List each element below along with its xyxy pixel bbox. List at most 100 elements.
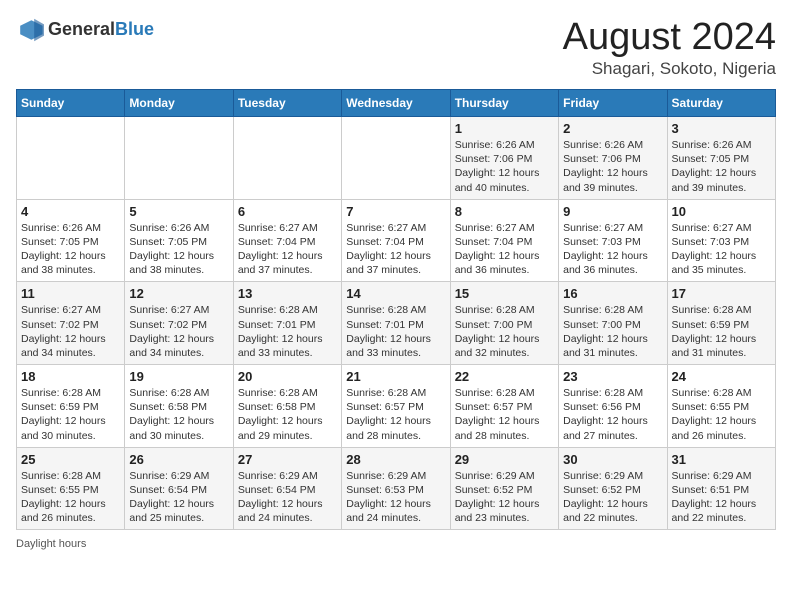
- page-header: GeneralBlue August 2024 Shagari, Sokoto,…: [16, 16, 776, 79]
- calendar-cell: 17Sunrise: 6:28 AMSunset: 6:59 PMDayligh…: [667, 282, 775, 365]
- day-number: 18: [21, 369, 120, 384]
- logo-blue: Blue: [115, 20, 154, 40]
- day-number: 26: [129, 452, 228, 467]
- day-info: Sunrise: 6:28 AMSunset: 6:56 PMDaylight:…: [563, 386, 662, 443]
- calendar-cell: 30 Sunrise: 6:29 AMSunset: 6:52 PMDayligh…: [559, 447, 667, 530]
- day-info: Sunrise: 6:28 AMSunset: 6:55 PMDaylight:…: [672, 386, 771, 443]
- daylight-label: Daylight hours: [16, 538, 86, 550]
- day-number: 9: [563, 204, 662, 219]
- logo-general: General: [48, 20, 115, 40]
- day-info: Sunrise: 6:27 AMSunset: 7:04 PMDaylight:…: [455, 221, 554, 278]
- day-info: Sunrise: 6:28 AMSunset: 6:57 PMDaylight:…: [455, 386, 554, 443]
- day-number: 24: [672, 369, 771, 384]
- calendar-cell: 3 Sunrise: 6:26 AMSunset: 7:05 PMDaylight…: [667, 117, 775, 200]
- calendar-cell: 2 Sunrise: 6:26 AMSunset: 7:06 PMDaylight…: [559, 117, 667, 200]
- day-number: 12: [129, 286, 228, 301]
- day-info: Sunrise: 6:27 AMSunset: 7:04 PMDaylight:…: [346, 221, 445, 278]
- calendar-cell: 22 Sunrise: 6:28 AMSunset: 6:57 PMDayligh…: [450, 365, 558, 448]
- day-info: Sunrise: 6:28 AMSunset: 7:01 PMDaylight:…: [238, 303, 337, 360]
- day-number: 27: [238, 452, 337, 467]
- day-info: Sunrise: 6:28 AMSunset: 7:01 PMDaylight:…: [346, 303, 445, 360]
- weekday-header: Monday: [125, 90, 233, 117]
- day-info: Sunrise: 6:28 AMSunset: 7:00 PMDaylight:…: [563, 303, 662, 360]
- day-info: Sunrise: 6:27 AMSunset: 7:03 PMDaylight:…: [563, 221, 662, 278]
- day-info: Sunrise: 6:29 AMSunset: 6:54 PMDaylight:…: [129, 469, 228, 526]
- day-number: 21: [346, 369, 445, 384]
- day-info: Sunrise: 6:29 AMSunset: 6:52 PMDaylight:…: [455, 469, 554, 526]
- day-info: Sunrise: 6:27 AMSunset: 7:04 PMDaylight:…: [238, 221, 337, 278]
- day-info: Sunrise: 6:28 AMSunset: 6:58 PMDaylight:…: [238, 386, 337, 443]
- logo-text: GeneralBlue: [48, 20, 154, 40]
- calendar-cell: 1Sunrise: 6:26 AMSunset: 7:06 PMDaylight…: [450, 117, 558, 200]
- weekday-header: Sunday: [17, 90, 125, 117]
- day-number: 5: [129, 204, 228, 219]
- calendar-cell: 21 Sunrise: 6:28 AMSunset: 6:57 PMDayligh…: [342, 365, 450, 448]
- day-info: Sunrise: 6:29 AMSunset: 6:52 PMDaylight:…: [563, 469, 662, 526]
- day-number: 13: [238, 286, 337, 301]
- day-info: Sunrise: 6:28 AMSunset: 6:58 PMDaylight:…: [129, 386, 228, 443]
- day-number: 4: [21, 204, 120, 219]
- day-info: Sunrise: 6:26 AMSunset: 7:06 PMDaylight:…: [563, 138, 662, 195]
- calendar-cell: 6 Sunrise: 6:27 AMSunset: 7:04 PMDaylight…: [233, 199, 341, 282]
- day-number: 29: [455, 452, 554, 467]
- day-number: 17: [672, 286, 771, 301]
- day-number: 22: [455, 369, 554, 384]
- day-number: 15: [455, 286, 554, 301]
- weekday-header: Tuesday: [233, 90, 341, 117]
- calendar-cell: 23 Sunrise: 6:28 AMSunset: 6:56 PMDayligh…: [559, 365, 667, 448]
- day-number: 3: [672, 121, 771, 136]
- calendar-cell: 25 Sunrise: 6:28 AMSunset: 6:55 PMDayligh…: [17, 447, 125, 530]
- day-info: Sunrise: 6:28 AMSunset: 6:55 PMDaylight:…: [21, 469, 120, 526]
- calendar-cell: [17, 117, 125, 200]
- logo: GeneralBlue: [16, 16, 154, 44]
- calendar-cell: 4 Sunrise: 6:26 AMSunset: 7:05 PMDaylight…: [17, 199, 125, 282]
- day-number: 16: [563, 286, 662, 301]
- day-number: 10: [672, 204, 771, 219]
- day-number: 23: [563, 369, 662, 384]
- day-info: Sunrise: 6:29 AMSunset: 6:54 PMDaylight:…: [238, 469, 337, 526]
- day-info: Sunrise: 6:27 AMSunset: 7:02 PMDaylight:…: [129, 303, 228, 360]
- calendar-cell: 29 Sunrise: 6:29 AMSunset: 6:52 PMDayligh…: [450, 447, 558, 530]
- day-number: 28: [346, 452, 445, 467]
- weekday-header: Wednesday: [342, 90, 450, 117]
- calendar-cell: 26 Sunrise: 6:29 AMSunset: 6:54 PMDayligh…: [125, 447, 233, 530]
- title-block: August 2024 Shagari, Sokoto, Nigeria: [563, 16, 776, 79]
- calendar-cell: [342, 117, 450, 200]
- weekday-header: Thursday: [450, 90, 558, 117]
- calendar-cell: 20Sunrise: 6:28 AMSunset: 6:58 PMDayligh…: [233, 365, 341, 448]
- day-info: Sunrise: 6:26 AMSunset: 7:05 PMDaylight:…: [129, 221, 228, 278]
- day-number: 2: [563, 121, 662, 136]
- day-number: 30: [563, 452, 662, 467]
- day-number: 14: [346, 286, 445, 301]
- calendar-cell: [233, 117, 341, 200]
- day-info: Sunrise: 6:29 AMSunset: 6:53 PMDaylight:…: [346, 469, 445, 526]
- day-number: 25: [21, 452, 120, 467]
- calendar-cell: 8 Sunrise: 6:27 AMSunset: 7:04 PMDaylight…: [450, 199, 558, 282]
- day-info: Sunrise: 6:26 AMSunset: 7:06 PMDaylight:…: [455, 138, 554, 195]
- day-info: Sunrise: 6:28 AMSunset: 6:57 PMDaylight:…: [346, 386, 445, 443]
- page-subtitle: Shagari, Sokoto, Nigeria: [563, 59, 776, 79]
- day-number: 8: [455, 204, 554, 219]
- calendar-table: SundayMondayTuesdayWednesdayThursdayFrid…: [16, 89, 776, 530]
- day-info: Sunrise: 6:27 AMSunset: 7:03 PMDaylight:…: [672, 221, 771, 278]
- day-info: Sunrise: 6:26 AMSunset: 7:05 PMDaylight:…: [21, 221, 120, 278]
- calendar-cell: 9 Sunrise: 6:27 AMSunset: 7:03 PMDaylight…: [559, 199, 667, 282]
- calendar-cell: 16 Sunrise: 6:28 AMSunset: 7:00 PMDayligh…: [559, 282, 667, 365]
- calendar-cell: 27 Sunrise: 6:29 AMSunset: 6:54 PMDayligh…: [233, 447, 341, 530]
- day-number: 7: [346, 204, 445, 219]
- day-info: Sunrise: 6:28 AMSunset: 6:59 PMDaylight:…: [21, 386, 120, 443]
- day-info: Sunrise: 6:29 AMSunset: 6:51 PMDaylight:…: [672, 469, 771, 526]
- weekday-header: Friday: [559, 90, 667, 117]
- calendar-cell: 15Sunrise: 6:28 AMSunset: 7:00 PMDayligh…: [450, 282, 558, 365]
- day-info: Sunrise: 6:27 AMSunset: 7:02 PMDaylight:…: [21, 303, 120, 360]
- page-title: August 2024: [563, 16, 776, 59]
- day-info: Sunrise: 6:26 AMSunset: 7:05 PMDaylight:…: [672, 138, 771, 195]
- calendar-cell: 18 Sunrise: 6:28 AMSunset: 6:59 PMDayligh…: [17, 365, 125, 448]
- day-number: 6: [238, 204, 337, 219]
- day-number: 19: [129, 369, 228, 384]
- calendar-cell: 5 Sunrise: 6:26 AMSunset: 7:05 PMDaylight…: [125, 199, 233, 282]
- calendar-cell: 19 Sunrise: 6:28 AMSunset: 6:58 PMDayligh…: [125, 365, 233, 448]
- calendar-cell: 13 Sunrise: 6:28 AMSunset: 7:01 PMDayligh…: [233, 282, 341, 365]
- calendar-cell: 14 Sunrise: 6:28 AMSunset: 7:01 PMDayligh…: [342, 282, 450, 365]
- calendar-cell: 7 Sunrise: 6:27 AMSunset: 7:04 PMDaylight…: [342, 199, 450, 282]
